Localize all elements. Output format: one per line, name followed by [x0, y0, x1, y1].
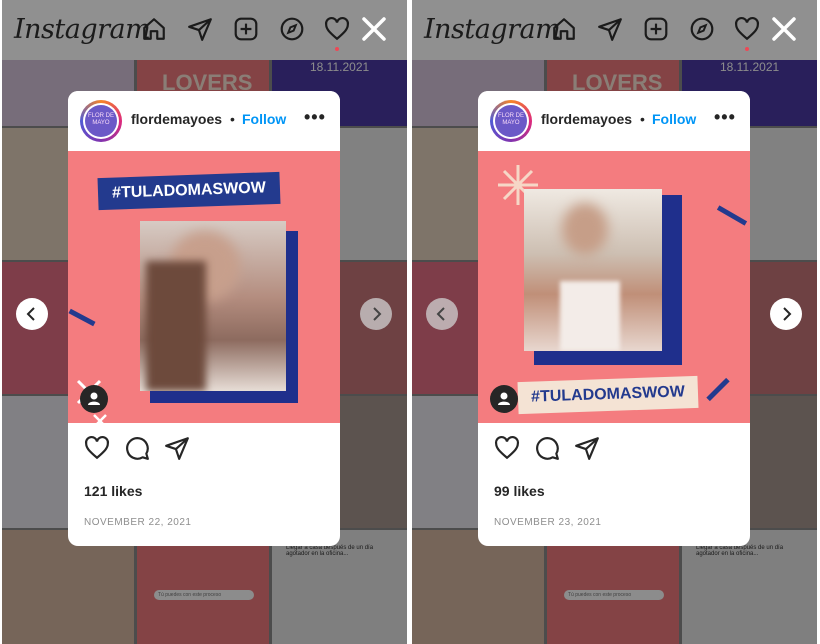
user-tag-button[interactable]: [80, 385, 108, 413]
post-image[interactable]: #TULADOMASWOW: [68, 151, 340, 423]
previous-post-button[interactable]: [426, 298, 458, 330]
top-nav-bar: Instagram: [2, 0, 407, 60]
instagram-logo[interactable]: Instagram: [14, 14, 151, 45]
comment-icon[interactable]: [534, 435, 560, 461]
direct-icon[interactable]: [187, 16, 213, 42]
user-tag-button[interactable]: [490, 385, 518, 413]
decorative-stroke-lower: [706, 377, 730, 402]
follow-button[interactable]: Follow: [242, 111, 286, 127]
likes-count[interactable]: 99 likes: [494, 483, 545, 499]
next-post-button[interactable]: [770, 298, 802, 330]
top-nav-bar: Instagram: [412, 0, 817, 60]
previous-post-button[interactable]: [16, 298, 48, 330]
post-photo: [524, 189, 662, 351]
decorative-stroke: [716, 205, 748, 226]
activity-icon[interactable]: [324, 16, 350, 42]
activity-icon[interactable]: [734, 16, 760, 42]
post-hashtag: #TULADOMASWOW: [97, 171, 281, 211]
user-tag-icon: [498, 392, 510, 405]
decorative-stroke: [68, 308, 96, 327]
likes-count[interactable]: 121 likes: [84, 483, 142, 499]
direct-icon[interactable]: [597, 16, 623, 42]
comment-icon[interactable]: [124, 435, 150, 461]
separator-dot: •: [230, 111, 235, 127]
post-modal: FLOR DE MAYO flordemayoes • Follow ••• #…: [68, 91, 340, 546]
home-icon[interactable]: [141, 16, 167, 42]
separator-dot: •: [640, 111, 645, 127]
more-options-button[interactable]: •••: [304, 107, 326, 128]
avatar[interactable]: FLOR DE MAYO: [490, 100, 532, 142]
post-date[interactable]: NOVEMBER 22, 2021: [84, 517, 191, 528]
share-icon[interactable]: [574, 435, 600, 461]
post-hashtag: #TULADOMASWOW: [517, 375, 699, 415]
share-icon[interactable]: [164, 435, 190, 461]
chevron-left-icon: [26, 307, 35, 321]
avatar-text: FLOR DE MAYO: [87, 113, 114, 126]
post-modal: FLOR DE MAYO flordemayoes • Follow ••• #…: [478, 91, 750, 546]
chevron-right-icon: [783, 307, 792, 321]
new-post-icon[interactable]: [233, 16, 259, 42]
chevron-right-icon: [373, 307, 382, 321]
follow-button[interactable]: Follow: [652, 111, 696, 127]
close-icon[interactable]: [359, 14, 389, 44]
post-actions: [478, 431, 750, 467]
username[interactable]: flordemayoes: [131, 111, 222, 127]
close-icon[interactable]: [769, 14, 799, 44]
decorative-x-small-icon: [93, 414, 107, 423]
post-photo: [140, 221, 286, 391]
avatar-text: FLOR DE MAYO: [497, 113, 524, 126]
user-tag-icon: [88, 392, 100, 405]
screenshot-panel-left: LOVERS 18.11.2021 Tú puedes con este pro…: [2, 0, 407, 644]
avatar[interactable]: FLOR DE MAYO: [80, 100, 122, 142]
activity-notification-dot: [745, 47, 749, 51]
like-icon[interactable]: [84, 435, 110, 461]
username[interactable]: flordemayoes: [541, 111, 632, 127]
like-icon[interactable]: [494, 435, 520, 461]
chevron-left-icon: [436, 307, 445, 321]
explore-icon[interactable]: [689, 16, 715, 42]
post-header: FLOR DE MAYO flordemayoes • Follow •••: [478, 91, 750, 151]
home-icon[interactable]: [551, 16, 577, 42]
post-date[interactable]: NOVEMBER 23, 2021: [494, 517, 601, 528]
next-post-button[interactable]: [360, 298, 392, 330]
post-header: FLOR DE MAYO flordemayoes • Follow •••: [68, 91, 340, 151]
post-image[interactable]: #TULADOMASWOW: [478, 151, 750, 423]
instagram-logo[interactable]: Instagram: [424, 14, 561, 45]
activity-notification-dot: [335, 47, 339, 51]
post-actions: [68, 431, 340, 467]
screenshot-panel-right: LOVERS 18.11.2021 Tú puedes con este pro…: [412, 0, 817, 644]
explore-icon[interactable]: [279, 16, 305, 42]
more-options-button[interactable]: •••: [714, 107, 736, 128]
new-post-icon[interactable]: [643, 16, 669, 42]
